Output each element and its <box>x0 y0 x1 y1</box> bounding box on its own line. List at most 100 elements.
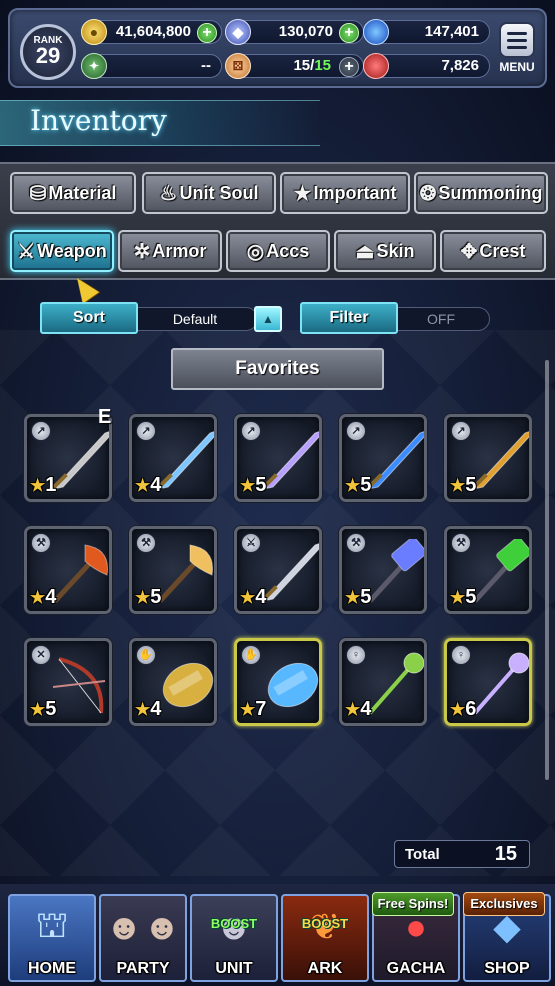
scroll-thumb[interactable] <box>545 360 549 780</box>
tab-label: Material <box>48 182 117 203</box>
filter-value[interactable]: OFF <box>392 307 490 331</box>
lapis-value: 130,070 <box>278 23 333 40</box>
rarity-value: 4 <box>45 586 57 608</box>
equipped-marker: E <box>98 406 112 428</box>
rarity-label: ★5 <box>345 474 371 497</box>
star-icon: ★ <box>30 476 46 495</box>
tab-weapon[interactable]: ⚔ Weapon <box>10 230 114 272</box>
weapon-slot[interactable]: ✋ ★4 <box>129 638 217 726</box>
gil-coin-icon: ● <box>81 19 107 45</box>
weapon-slot[interactable]: ♀ ★4 <box>339 638 427 726</box>
rarity-label: ★1 <box>30 474 56 497</box>
sort-value[interactable]: Default <box>132 307 258 331</box>
rarity-label: ★4 <box>135 698 161 721</box>
weapon-slot[interactable]: ⚔ ★4 <box>234 526 322 614</box>
rarity-value: 4 <box>150 698 162 720</box>
summon-icon: ❂ <box>419 182 437 205</box>
rarity-value: 5 <box>360 586 372 608</box>
nav-home[interactable]: ⛫ HOME <box>8 894 96 982</box>
weapon-slot[interactable]: ⚒ ★4 <box>24 526 112 614</box>
greatsword-type-icon: ⚔ <box>241 533 261 553</box>
weapon-slot[interactable]: ⚒ ★5 <box>339 526 427 614</box>
nav-party[interactable]: ☻☻ PARTY <box>99 894 187 982</box>
nav-label: PARTY <box>116 960 170 977</box>
nav-ark[interactable]: ❦ BOOST ARK <box>281 894 369 982</box>
add-lapis-button[interactable]: + <box>339 23 359 43</box>
tab-armor[interactable]: ✲ Armor <box>118 230 222 272</box>
fist-type-icon: ✋ <box>136 645 156 665</box>
lapis-counter: ◆ 130,070 + <box>225 19 364 45</box>
stamina-counter: ⚄ 15/15 + <box>225 53 364 79</box>
add-stamina-button[interactable]: + <box>339 57 359 77</box>
total-label: Total <box>405 846 440 863</box>
gil-counter: ● 41,604,800 + <box>81 19 222 45</box>
rarity-label: ★5 <box>30 698 56 721</box>
star-icon: ★ <box>135 588 151 607</box>
fist-type-icon: ✋ <box>241 645 261 665</box>
favorites-button[interactable]: Favorites <box>171 348 384 390</box>
sword-type-icon: ↗ <box>241 421 261 441</box>
tab-label: Weapon <box>37 240 107 261</box>
tab-important[interactable]: ★ Important <box>280 172 410 214</box>
weapon-slot[interactable]: ↗ ★4 <box>129 414 217 502</box>
hammer-type-icon: ⚒ <box>346 533 366 553</box>
stamina-value: 15/15 <box>293 57 331 74</box>
menu-label: MENU <box>499 60 535 74</box>
axe-type-icon: ⚒ <box>31 533 51 553</box>
star-icon: ★ <box>450 588 466 607</box>
rarity-value: 6 <box>465 698 477 720</box>
weapon-slot[interactable]: ↗ ★5 <box>234 414 322 502</box>
sword-type-icon: ↗ <box>136 421 156 441</box>
weapon-slot[interactable]: ✕ ★5 <box>24 638 112 726</box>
star-icon: ★ <box>135 700 151 719</box>
nav-label: GACHA <box>386 960 446 977</box>
friend-point-counter: ✦ -- <box>81 53 222 79</box>
bow-type-icon: ✕ <box>31 645 51 665</box>
tab-summoning[interactable]: ❂ Summoning <box>414 172 548 214</box>
weapon-slot[interactable]: ↗ ★5 <box>444 414 532 502</box>
sword-type-icon: ↗ <box>346 421 366 441</box>
weapon-slot[interactable]: ⚒ ★5 <box>129 526 217 614</box>
compass-icon: ✦ <box>81 53 107 79</box>
filter-button[interactable]: Filter <box>300 302 398 334</box>
scrollbar[interactable] <box>545 360 549 780</box>
red-orb-value: 7,826 <box>441 57 479 74</box>
hammer-type-icon: ⚒ <box>451 533 471 553</box>
sort-order-button[interactable]: ▲ <box>254 306 282 332</box>
tab-unit-soul[interactable]: ♨ Unit Soul <box>142 172 276 214</box>
tab-accs[interactable]: ◎ Accs <box>226 230 330 272</box>
weapon-slot[interactable]: ⚒ ★5 <box>444 526 532 614</box>
tab-label: Unit Soul <box>179 182 259 203</box>
weapon-slot[interactable]: ↗ ★5 <box>339 414 427 502</box>
rarity-label: ★5 <box>240 474 266 497</box>
weapon-slot[interactable]: ♀ ★6 <box>444 638 532 726</box>
rarity-value: 5 <box>360 474 372 496</box>
boost-label: BOOST <box>210 916 258 931</box>
rarity-value: 5 <box>150 586 162 608</box>
star-icon: ★ <box>293 182 312 205</box>
gil-value: 41,604,800 <box>115 23 191 40</box>
star-icon: ★ <box>30 588 46 607</box>
rarity-label: ★6 <box>450 698 476 721</box>
red-orb-counter: 7,826 <box>363 53 490 79</box>
tab-skin[interactable]: ⏏ Skin <box>334 230 436 272</box>
nav-unit[interactable]: ☻ BOOST UNIT <box>190 894 278 982</box>
total-counter: Total 15 <box>394 840 530 868</box>
rarity-value: 5 <box>45 698 57 720</box>
lapis-crystal-icon: ◆ <box>225 19 251 45</box>
weapon-slot[interactable]: ✋ ★7 <box>234 638 322 726</box>
menu-button[interactable]: MENU <box>497 22 537 80</box>
staff-type-icon: ♀ <box>346 645 366 665</box>
add-gil-button[interactable]: + <box>197 23 217 43</box>
tab-crest[interactable]: ✥ Crest <box>440 230 546 272</box>
friend-point-value: -- <box>201 57 211 74</box>
rarity-label: ★5 <box>450 474 476 497</box>
nav-label: SHOP <box>484 960 530 977</box>
star-icon: ★ <box>345 476 361 495</box>
tab-material[interactable]: ⛁ Material <box>10 172 136 214</box>
sort-button[interactable]: Sort <box>40 302 138 334</box>
nav-label: ARK <box>307 960 343 977</box>
sword-type-icon: ↗ <box>31 421 51 441</box>
star-icon: ★ <box>450 700 466 719</box>
rank-badge[interactable]: RANK 29 <box>20 24 76 80</box>
